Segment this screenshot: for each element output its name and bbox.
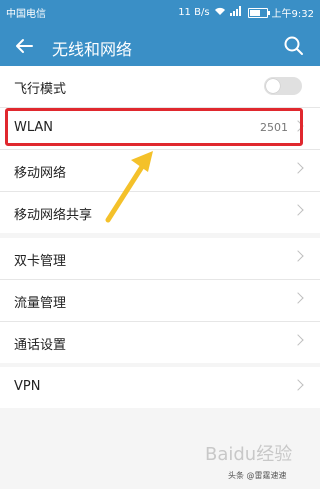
airplane-mode-toggle[interactable] — [264, 77, 302, 95]
status-bar: 中国电信 11 B/s 上午9:32 — [0, 0, 320, 22]
chevron-right-icon — [292, 204, 304, 216]
status-right: 11 B/s 上午9:32 — [178, 5, 314, 20]
airplane-mode-row[interactable]: 飞行模式 — [0, 66, 320, 108]
settings-group-2: 双卡管理 流量管理 通话设置 — [0, 238, 320, 363]
chevron-right-icon — [292, 334, 304, 346]
row-label: 移动网络共享 — [14, 208, 93, 223]
mobile-network-row[interactable]: 移动网络 — [0, 150, 320, 192]
back-arrow-icon[interactable] — [12, 34, 36, 58]
wifi-icon — [214, 6, 226, 19]
row-label: 双卡管理 — [14, 254, 67, 269]
dual-sim-row[interactable]: 双卡管理 — [0, 238, 320, 280]
tethering-row[interactable]: 移动网络共享 — [0, 192, 320, 233]
row-label: 通话设置 — [14, 338, 67, 353]
watermark-sub: 头条 @雷霆速速 — [228, 471, 287, 480]
clock: 上午9:32 — [271, 9, 314, 20]
data-usage-row[interactable]: 流量管理 — [0, 280, 320, 322]
chevron-right-icon — [292, 162, 304, 174]
battery-icon — [247, 7, 270, 18]
row-label: 移动网络 — [14, 166, 67, 181]
vpn-row[interactable]: VPN — [0, 367, 320, 408]
network-speed: 11 B/s — [178, 7, 210, 18]
chevron-right-icon — [292, 292, 304, 304]
page-title: 无线和网络 — [52, 40, 133, 59]
carrier-label: 中国电信 — [6, 9, 46, 20]
settings-group-1: 飞行模式 WLAN 2501 移动网络 移动网络共享 — [0, 66, 320, 233]
chevron-right-icon — [292, 379, 304, 391]
settings-group-3: VPN — [0, 367, 320, 408]
row-label: 飞行模式 — [14, 82, 67, 97]
row-label: VPN — [14, 379, 41, 394]
row-label: 流量管理 — [14, 296, 67, 311]
wlan-highlight-box — [5, 108, 303, 146]
call-settings-row[interactable]: 通话设置 — [0, 322, 320, 363]
toggle-knob — [266, 79, 280, 93]
signal-icon — [229, 6, 242, 19]
chevron-right-icon — [292, 250, 304, 262]
app-header: 中国电信 11 B/s 上午9:32 无线和网络 — [0, 0, 320, 73]
search-icon[interactable] — [282, 34, 306, 58]
baidu-watermark: Baidu经验 — [205, 444, 293, 465]
